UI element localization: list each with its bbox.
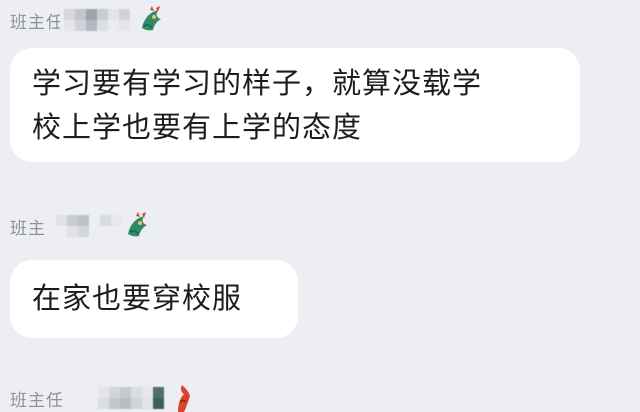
- pixelated-name-icon: [98, 387, 164, 409]
- pixelated-name-icon: [64, 9, 130, 31]
- dragon-badge-icon[interactable]: [138, 6, 164, 34]
- dragon-badge-icon[interactable]: [166, 384, 192, 412]
- sender-name[interactable]: 班主任: [10, 386, 84, 411]
- message-text-line: 校上学也要有上学的态度: [32, 110, 363, 144]
- message-bubble[interactable]: 在家也要穿校服: [10, 260, 298, 338]
- dragon-badge-icon[interactable]: [124, 212, 150, 240]
- sender-row-1: 班主任: [10, 6, 164, 34]
- sender-name[interactable]: 班主: [10, 214, 46, 239]
- pixelated-name-icon: [56, 215, 122, 237]
- message-bubble[interactable]: 学习要有学习的样子，就算没载学 校上学也要有上学的态度: [10, 48, 580, 162]
- sender-row-2: 班主: [10, 212, 150, 240]
- message-text-line: 在家也要穿校服: [32, 281, 243, 315]
- sender-row-3: 班主任: [10, 384, 192, 412]
- sender-name[interactable]: 班主任: [10, 8, 60, 33]
- message-text-line: 学习要有学习的样子，就算没载学: [32, 66, 483, 100]
